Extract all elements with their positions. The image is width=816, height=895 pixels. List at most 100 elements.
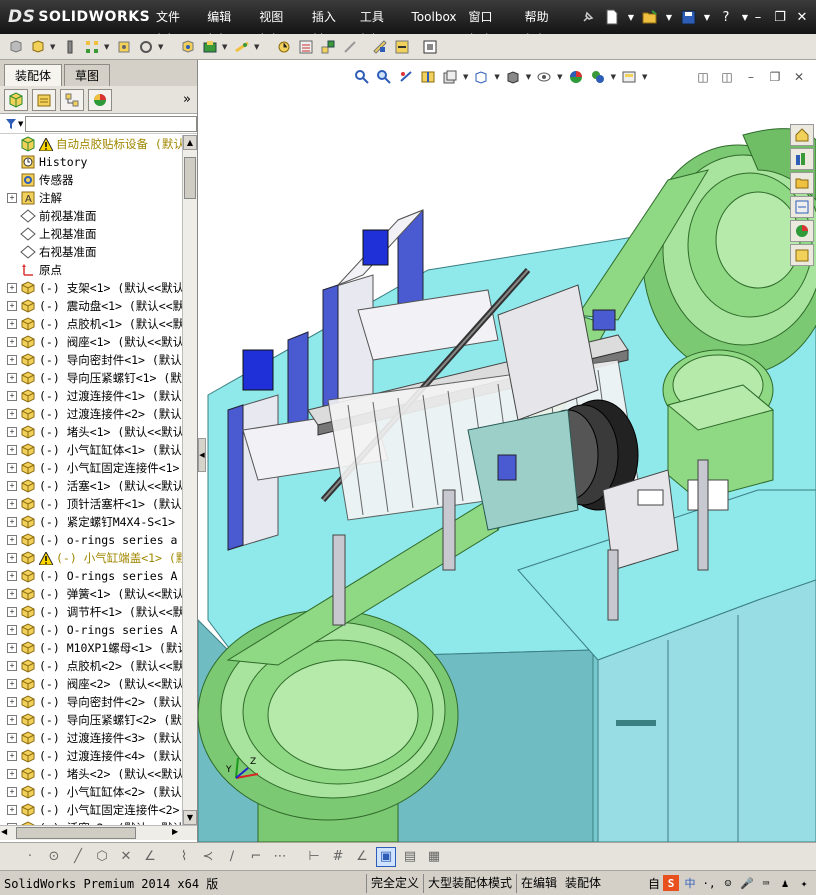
expand-panel-button[interactable]: »	[183, 92, 191, 107]
display-style-icon[interactable]	[504, 68, 522, 86]
tab-assembly[interactable]: 装配体	[4, 64, 63, 86]
chevron-down-icon[interactable]: ▼	[18, 120, 23, 128]
clearance-verification-icon[interactable]	[392, 37, 412, 57]
expand-icon[interactable]: +	[7, 751, 17, 761]
chevron-down-icon[interactable]: ▼	[463, 73, 468, 81]
menu-toolbox[interactable]: Toolbox	[406, 6, 463, 28]
scroll-right-icon[interactable]: ▶	[172, 827, 178, 836]
offset-icon[interactable]: ≺	[198, 847, 218, 867]
expand-icon[interactable]: +	[7, 517, 17, 527]
tree-item-component[interactable]: + (-) 顶针活塞杆<1> (默认	[0, 495, 182, 513]
smart-dimension-icon[interactable]: ∕	[222, 847, 242, 867]
tree-item-component[interactable]: + (-) 堵头<1> (默认<<默认	[0, 423, 182, 441]
dimension-icon[interactable]: ⊢	[304, 847, 324, 867]
tree-item-component[interactable]: + (-) 导向压紧螺钉<2> (默	[0, 711, 182, 729]
filter-input[interactable]	[25, 115, 197, 132]
linear-pattern-icon[interactable]	[82, 37, 102, 57]
feature-manager-tab-icon[interactable]	[4, 88, 28, 111]
open-folder-icon[interactable]	[640, 7, 660, 27]
filter-icon[interactable]	[6, 118, 16, 129]
menu-edit[interactable]: 编辑(E)	[201, 6, 253, 46]
chevron-down-icon[interactable]: ▼	[740, 7, 750, 27]
new-part-icon[interactable]	[28, 37, 48, 57]
split-vertical-icon[interactable]: ◫	[718, 68, 736, 86]
point-icon[interactable]: ·	[20, 847, 40, 867]
tree-item-component[interactable]: + (-) 紧定螺钉M4X4-S<1> (	[0, 513, 182, 531]
tree-item-component[interactable]: + (-) 导向密封件<2> (默认	[0, 693, 182, 711]
expand-icon[interactable]: +	[7, 301, 17, 311]
move-component-icon[interactable]	[136, 37, 156, 57]
scroll-left-icon[interactable]: ◀	[1, 827, 7, 836]
tree-item-component[interactable]: + (-) 点胶机<2> (默认<<默	[0, 657, 182, 675]
tree-item-component[interactable]: + (-) 支架<1> (默认<<默认	[0, 279, 182, 297]
expand-icon[interactable]: +	[7, 715, 17, 725]
voice-icon[interactable]: 🎤	[739, 875, 755, 891]
tree-item-component[interactable]: + (-) 活塞<1> (默认<<默认	[0, 477, 182, 495]
view-orientation-icon[interactable]	[472, 68, 490, 86]
save-icon[interactable]	[678, 7, 698, 27]
assembly-features-icon[interactable]	[200, 37, 220, 57]
scroll-down-icon[interactable]: ▼	[183, 810, 197, 825]
tree-item-component[interactable]: + (-) 过渡连接件<3> (默认	[0, 729, 182, 747]
tree-item-component[interactable]: + (-) 弹簧<1> (默认<<默认	[0, 585, 182, 603]
grid-icon[interactable]: #	[328, 847, 348, 867]
section-view-icon[interactable]	[419, 68, 437, 86]
expand-icon[interactable]: +	[7, 283, 17, 293]
tree-item-component[interactable]: + (-) 小气缸固定连接件<2>	[0, 801, 182, 819]
emoji-icon[interactable]: ☺	[720, 875, 736, 891]
property-manager-tab-icon[interactable]	[32, 88, 56, 111]
minimize-icon[interactable]: –	[742, 68, 760, 86]
new-document-icon[interactable]	[602, 7, 622, 27]
chevron-down-icon[interactable]: ▼	[557, 73, 562, 81]
file-explorer-icon[interactable]	[790, 172, 814, 194]
tree-item-component[interactable]: + (-) 小气缸固定连接件<1>	[0, 459, 182, 477]
smart-fasteners-icon[interactable]	[114, 37, 134, 57]
chevron-down-icon[interactable]: ▼	[702, 7, 712, 27]
home-icon[interactable]	[790, 124, 814, 146]
tree-item-component[interactable]: + (-) 导向压紧螺钉<1> (默	[0, 369, 182, 387]
chevron-down-icon[interactable]: ▼	[222, 43, 230, 51]
design-library-icon[interactable]	[790, 148, 814, 170]
expand-icon[interactable]: +	[7, 409, 17, 419]
expand-icon[interactable]: +	[7, 661, 17, 671]
exploded-view-icon[interactable]	[318, 37, 338, 57]
skin-icon[interactable]: ♟	[777, 875, 793, 891]
chevron-down-icon[interactable]: ▼	[254, 43, 262, 51]
zoom-to-area-icon[interactable]	[375, 68, 393, 86]
expand-icon[interactable]: +	[7, 607, 17, 617]
expand-icon[interactable]: +	[7, 553, 17, 563]
tree-item-component[interactable]: + (-) 堵头<2> (默认<<默认	[0, 765, 182, 783]
expand-icon[interactable]: +	[7, 355, 17, 365]
mate-icon[interactable]	[60, 37, 80, 57]
convert-entities-icon[interactable]: ⌇	[174, 847, 194, 867]
tree-item-component[interactable]: + (-) 过渡连接件<4> (默认	[0, 747, 182, 765]
tree-item-component[interactable]: + (-) 调节杆<1> (默认<<默	[0, 603, 182, 621]
expand-icon[interactable]: +	[7, 733, 17, 743]
previous-view-icon[interactable]	[397, 68, 415, 86]
display-manager-tab-icon[interactable]	[88, 88, 112, 111]
tree-item-component[interactable]: + (-) o-rings series a gb	[0, 531, 182, 549]
expand-icon[interactable]: +	[7, 481, 17, 491]
restore-icon[interactable]: ❐	[766, 68, 784, 86]
edit-appearance-icon[interactable]	[567, 68, 585, 86]
chevron-down-icon[interactable]: ▼	[104, 43, 112, 51]
expand-icon[interactable]: +	[7, 805, 17, 815]
expand-icon[interactable]: +	[7, 463, 17, 473]
expand-icon[interactable]: +	[7, 571, 17, 581]
tree-item[interactable]: + A 注解	[0, 189, 182, 207]
insert-component-icon[interactable]	[6, 37, 26, 57]
chevron-down-icon[interactable]: ▼	[158, 43, 166, 51]
punctuation-icon[interactable]: ·,	[701, 875, 717, 891]
apply-scene-icon[interactable]	[589, 68, 607, 86]
tree-item-component[interactable]: + (-) 过渡连接件<1> (默认	[0, 387, 182, 405]
split-view-icon[interactable]: ▤	[400, 847, 420, 867]
scrollbar-thumb[interactable]	[16, 827, 136, 839]
chevron-down-icon[interactable]: ▼	[626, 7, 636, 27]
polygon-icon[interactable]: ⬡	[92, 847, 112, 867]
circle-icon[interactable]: ⊙	[44, 847, 64, 867]
expand-icon[interactable]: +	[7, 625, 17, 635]
tree-vertical-scrollbar[interactable]: ▲ ▼	[182, 135, 197, 825]
minimize-icon[interactable]: –	[750, 7, 766, 27]
tree-item-component[interactable]: + (-) 小气缸缸体<1> (默认	[0, 441, 182, 459]
appearances-icon[interactable]	[790, 220, 814, 242]
